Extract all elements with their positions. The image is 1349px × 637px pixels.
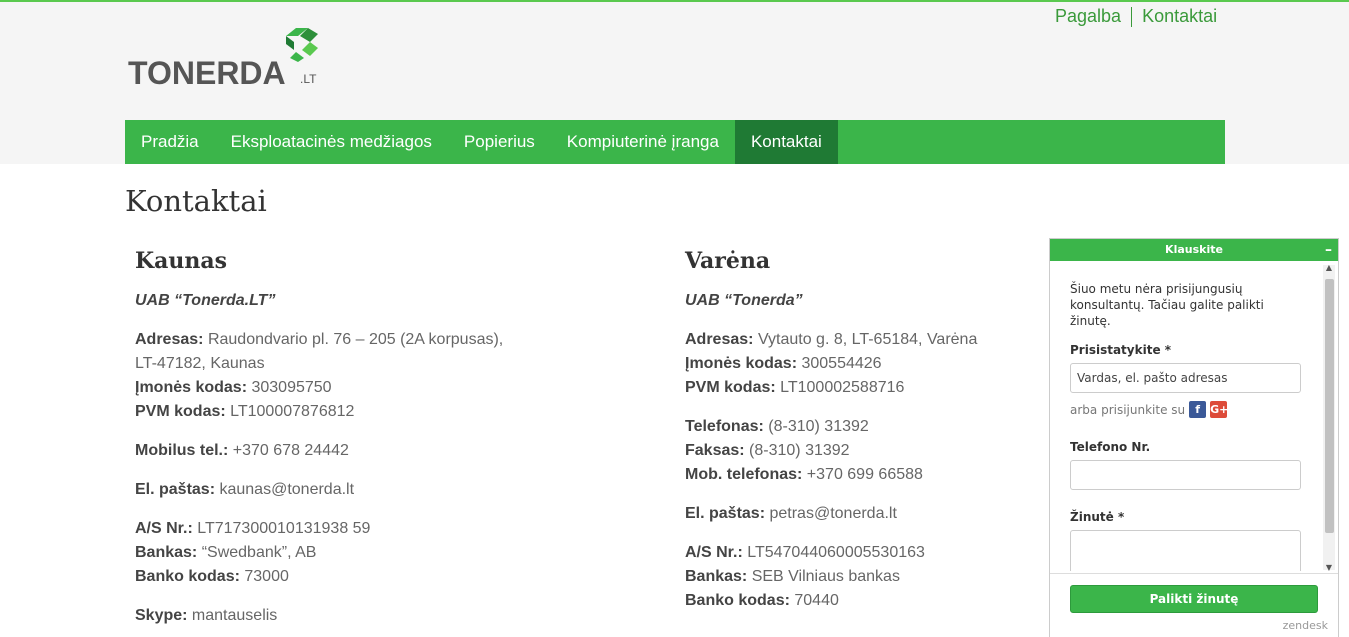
zendesk-brand[interactable]: zendesk (1283, 619, 1328, 632)
bank-code-label: Banko kodas: (135, 568, 240, 585)
kaunas-skype: mantauselis (191, 607, 278, 624)
address-label: Adresas: (135, 331, 204, 348)
scroll-up-icon[interactable]: ▲ (1324, 263, 1334, 272)
kaunas-address-line2: LT-47182, Kaunas (135, 355, 265, 372)
varena-vat-code: LT100002588716 (780, 379, 905, 396)
nav-item-contacts[interactable]: Kontaktai (734, 120, 838, 164)
utility-nav-divider (1131, 6, 1133, 27)
kaunas-phone-block: Mobilus tel.: +370 678 24442 (135, 439, 555, 463)
kaunas-mobile: +370 678 24442 (232, 442, 349, 459)
phone-input[interactable] (1070, 460, 1301, 490)
social-login: arba prisijunkite su f G+ (1070, 401, 1322, 418)
company-code-label: Įmonės kodas: (135, 379, 248, 396)
nav-item-supplies[interactable]: Eksploatacinės medžiagos (215, 120, 448, 164)
kaunas-bank-code: 73000 (244, 568, 289, 585)
skype-label: Skype: (135, 607, 188, 624)
site-logo[interactable]: TONERDA .LT (128, 28, 328, 91)
kaunas-heading: Kaunas (135, 248, 228, 274)
nav-item-home[interactable]: Pradžia (125, 120, 215, 164)
leave-message-button[interactable]: Palikti žinutę (1070, 585, 1318, 613)
varena-email[interactable]: petras@tonerda.lt (769, 505, 896, 522)
account-label: A/S Nr.: (135, 520, 193, 537)
bank-code-label: Banko kodas: (685, 592, 790, 609)
kaunas-skype-block: Skype: mantauselis (135, 604, 555, 628)
logo-mark-icon (286, 28, 318, 62)
kaunas-bank: “Swedbank”, AB (201, 544, 317, 561)
varena-contact-card: Varėna UAB “Tonerda” Adresas: Vytauto g.… (685, 246, 1105, 628)
mobile-label: Mob. telefonas: (685, 466, 803, 483)
varena-company-code: 300554426 (801, 355, 882, 372)
varena-phone-block: Telefonas: (8-310) 31392 Faksas: (8-310)… (685, 415, 1105, 487)
varena-email-block: El. paštas: petras@tonerda.lt (685, 502, 1105, 526)
name-email-input[interactable]: Vardas, el. pašto adresas (1070, 363, 1301, 393)
address-label: Adresas: (685, 331, 754, 348)
vat-label: PVM kodas: (685, 379, 776, 396)
contacts-link[interactable]: Kontaktai (1142, 6, 1217, 27)
varena-address: Vytauto g. 8, LT-65184, Varėna (757, 331, 978, 348)
logo-wordmark: TONERDA (128, 55, 286, 91)
varena-phone: (8-310) 31392 (768, 418, 869, 435)
varena-mobile: +370 699 66588 (806, 466, 923, 483)
help-link[interactable]: Pagalba (1055, 6, 1121, 27)
company-code-label: Įmonės kodas: (685, 355, 798, 372)
chat-widget-footer: Palikti žinutę zendesk (1050, 573, 1338, 637)
chat-widget: Klauskite – Šiuo metu nėra prisijungusių… (1049, 238, 1339, 637)
main-navigation: Pradžia Eksploatacinės medžiagos Popieri… (125, 120, 1225, 164)
chat-widget-body: Šiuo metu nėra prisijungusių konsultantų… (1050, 261, 1322, 571)
message-field-label: Žinutė * (1070, 510, 1125, 524)
kaunas-account: LT717300010131938 59 (197, 520, 371, 537)
page-title: Kontaktai (125, 184, 267, 218)
kaunas-company-name: UAB “Tonerda.LT” (135, 292, 276, 309)
utility-nav: Pagalba Kontaktai (1055, 6, 1217, 27)
name-field-label: Prisistatykite * (1070, 343, 1172, 357)
vat-label: PVM kodas: (135, 403, 226, 420)
chat-widget-header[interactable]: Klauskite – (1050, 239, 1338, 261)
varena-company-details: Adresas: Vytauto g. 8, LT-65184, Varėna … (685, 328, 1105, 400)
bank-label: Bankas: (685, 568, 748, 585)
kaunas-company-code: 303095750 (251, 379, 332, 396)
email-label: El. paštas: (135, 481, 216, 498)
nav-item-computer-equipment[interactable]: Kompiuterinė įranga (551, 120, 735, 164)
logo-tld: .LT (300, 72, 317, 86)
social-login-text: arba prisijunkite su (1070, 402, 1186, 417)
email-label: El. paštas: (685, 505, 766, 522)
kaunas-email[interactable]: kaunas@tonerda.lt (219, 481, 354, 498)
scrollbar-thumb[interactable] (1325, 279, 1334, 533)
nav-item-paper[interactable]: Popierius (448, 120, 551, 164)
varena-bank: SEB Vilniaus bankas (751, 568, 900, 585)
varena-bank-block: A/S Nr.: LT547044060005530163 Bankas: SE… (685, 541, 1105, 613)
account-label: A/S Nr.: (685, 544, 743, 561)
offline-notice: Šiuo metu nėra prisijungusių konsultantų… (1070, 282, 1264, 328)
scroll-down-icon[interactable]: ▼ (1324, 563, 1334, 572)
facebook-icon[interactable]: f (1189, 401, 1207, 418)
kaunas-address-line1: Raudondvario pl. 76 – 205 (2A korpusas), (207, 331, 504, 348)
kaunas-vat-code: LT100007876812 (230, 403, 355, 420)
minimize-icon[interactable]: – (1325, 239, 1332, 261)
varena-fax: (8-310) 31392 (749, 442, 850, 459)
google-plus-icon[interactable]: G+ (1210, 401, 1228, 418)
chat-widget-title: Klauskite (1165, 243, 1223, 256)
phone-field-label: Telefono Nr. (1070, 440, 1151, 454)
fax-label: Faksas: (685, 442, 745, 459)
varena-account: LT547044060005530163 (747, 544, 925, 561)
message-textarea[interactable] (1070, 530, 1301, 571)
varena-company-name: UAB “Tonerda” (685, 292, 803, 309)
phone-label: Telefonas: (685, 418, 764, 435)
bank-label: Bankas: (135, 544, 198, 561)
mobile-label: Mobilus tel.: (135, 442, 229, 459)
widget-scrollbar[interactable]: ▲ ▼ (1323, 263, 1335, 572)
kaunas-email-block: El. paštas: kaunas@tonerda.lt (135, 478, 555, 502)
varena-bank-code: 70440 (794, 592, 839, 609)
kaunas-bank-block: A/S Nr.: LT717300010131938 59 Bankas: “S… (135, 517, 555, 589)
varena-heading: Varėna (685, 248, 771, 274)
kaunas-contact-card: Kaunas UAB “Tonerda.LT” Adresas: Raudond… (135, 246, 555, 637)
kaunas-company-details: Adresas: Raudondvario pl. 76 – 205 (2A k… (135, 328, 555, 424)
